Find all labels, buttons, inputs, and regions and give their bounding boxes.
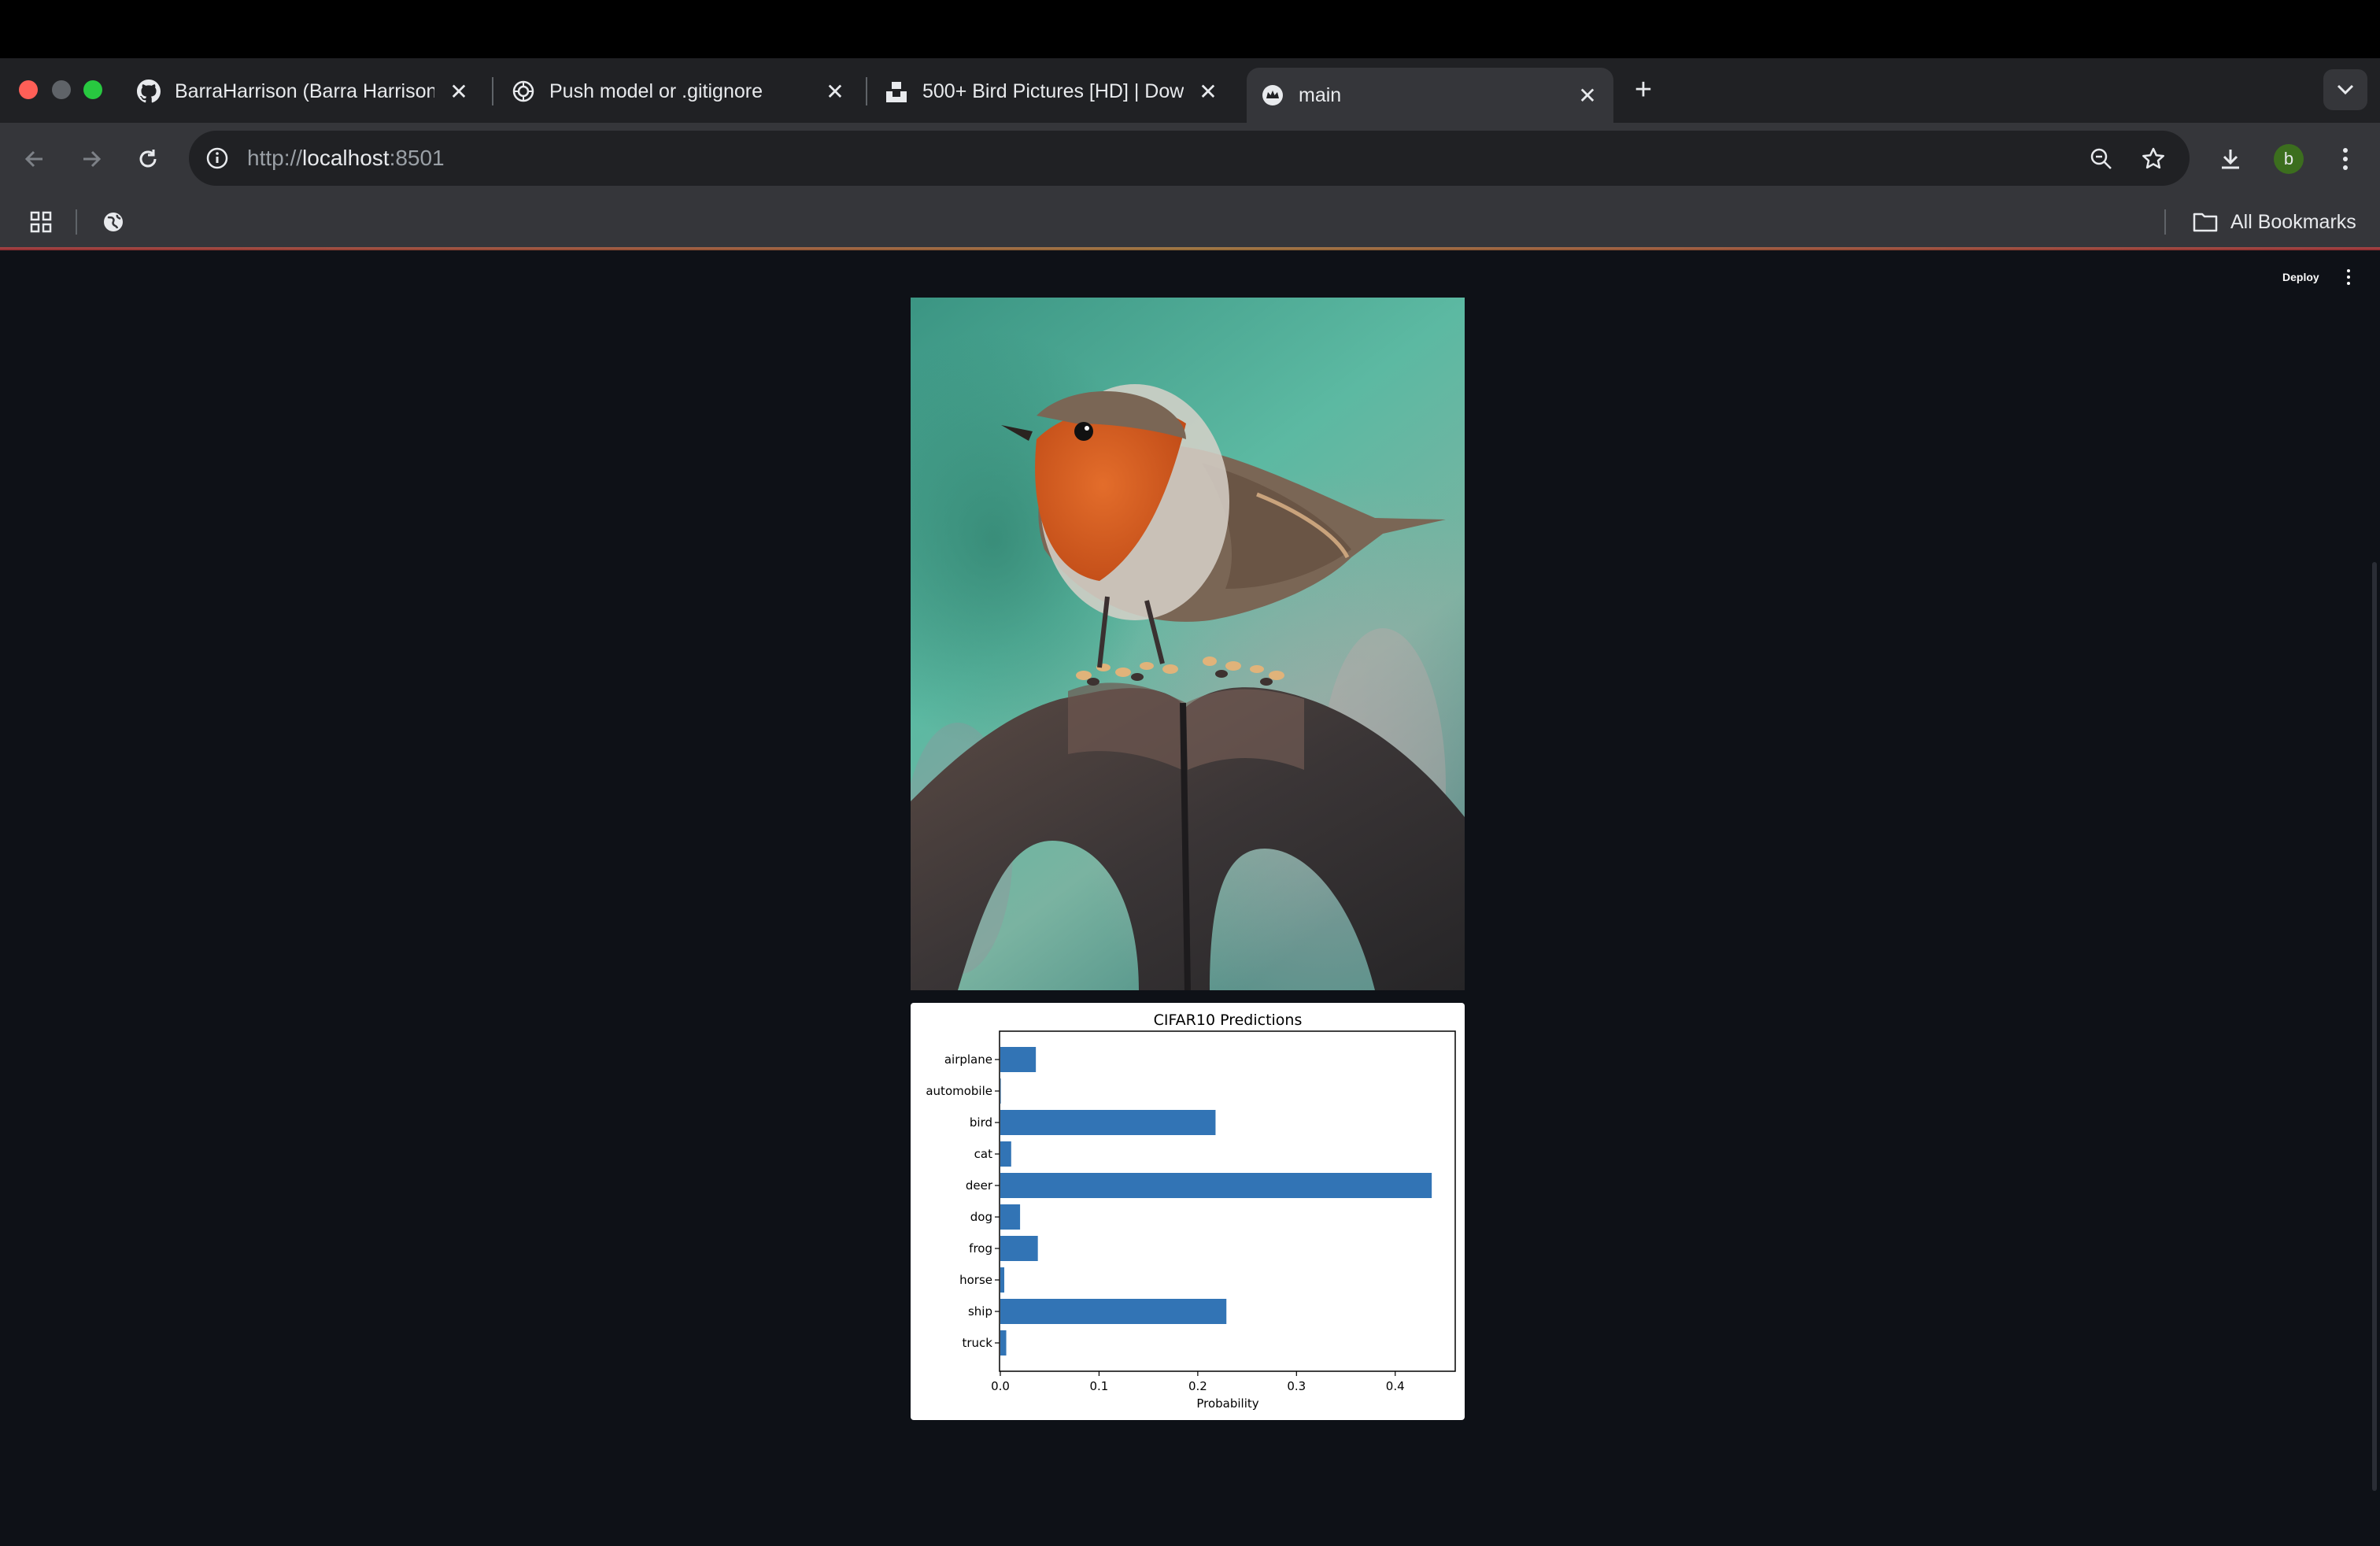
url-scheme: http:// — [247, 146, 303, 170]
y-tick-label: bird — [970, 1115, 992, 1130]
profile-avatar[interactable]: b — [2271, 142, 2306, 176]
y-tick-label: dog — [970, 1210, 992, 1224]
zoom-window-button[interactable] — [83, 80, 102, 99]
bookmark-button[interactable] — [2136, 142, 2171, 176]
bar-deer — [1000, 1173, 1432, 1198]
y-tick-label: airplane — [944, 1052, 992, 1067]
close-tab-icon[interactable]: ✕ — [1196, 79, 1220, 105]
tab-divider — [492, 77, 493, 105]
bar-bird — [1000, 1110, 1216, 1135]
tab-title: main — [1299, 83, 1342, 106]
bookmark-globe[interactable] — [96, 205, 131, 239]
y-tick-label: cat — [974, 1147, 992, 1161]
deploy-button[interactable]: Deploy — [2282, 271, 2319, 283]
streamlit-crown-icon — [1261, 83, 1284, 107]
predictions-bar-chart: CIFAR10 Predictions Probability airplane… — [926, 1012, 1456, 1411]
chart-title: CIFAR10 Predictions — [1154, 1012, 1303, 1029]
tab-main[interactable]: main ✕ — [1247, 68, 1613, 123]
bar-airplane — [1000, 1047, 1037, 1072]
x-tick-label: 0.3 — [1287, 1379, 1306, 1393]
tab-title: BarraHarrison (Barra Harrison — [175, 80, 434, 102]
uploaded-bird-image — [911, 298, 1465, 990]
apps-grid-icon — [30, 211, 52, 233]
avatar: b — [2274, 144, 2304, 174]
reload-button[interactable] — [131, 142, 165, 176]
forward-button[interactable] — [74, 142, 109, 176]
url-text[interactable]: http://localhost:8501 — [247, 145, 445, 172]
y-tick-label: ship — [968, 1304, 992, 1319]
browser-menu-button[interactable] — [2328, 142, 2363, 176]
y-tick-label: truck — [963, 1336, 993, 1350]
x-tick-label: 0.4 — [1386, 1379, 1405, 1393]
url-port: :8501 — [389, 146, 445, 170]
tab-title: Push model or .gitignore — [549, 80, 763, 102]
zoom-out-icon — [2090, 148, 2112, 169]
tab-chatgpt[interactable]: Push model or .gitignore ✕ — [497, 69, 861, 113]
star-icon — [2142, 147, 2164, 169]
app-menu-icon[interactable] — [2344, 268, 2353, 287]
github-icon — [137, 80, 161, 103]
unsplash-icon — [885, 80, 908, 103]
avatar-initial: b — [2283, 149, 2294, 168]
close-window-button[interactable] — [19, 80, 38, 99]
all-bookmarks-button[interactable]: All Bookmarks — [2193, 206, 2356, 238]
bar-dog — [1000, 1204, 1021, 1230]
address-bar[interactable] — [189, 131, 2190, 186]
arrow-left-icon — [24, 150, 42, 168]
downloads-button[interactable] — [2213, 142, 2248, 176]
zoom-button[interactable] — [2084, 142, 2119, 176]
chevron-down-icon — [2337, 84, 2354, 95]
x-tick-label: 0.2 — [1188, 1379, 1207, 1393]
y-tick-label: deer — [966, 1178, 993, 1193]
predictions-chart-card: CIFAR10 Predictions Probability airplane… — [911, 1003, 1465, 1420]
tab-divider — [866, 77, 867, 105]
x-tick-label: 0.0 — [991, 1379, 1010, 1393]
all-bookmarks-label: All Bookmarks — [2230, 210, 2356, 233]
chatgpt-icon — [512, 80, 535, 103]
screen-top-bar — [0, 0, 2380, 58]
tab-search-button[interactable] — [2323, 69, 2367, 110]
tab-unsplash[interactable]: 500+ Bird Pictures [HD] | Dow ✕ — [870, 69, 1234, 113]
close-tab-icon[interactable]: ✕ — [823, 79, 847, 105]
bookmarks-bar — [0, 195, 2380, 249]
minimize-window-button[interactable] — [52, 80, 71, 99]
bookmark-divider — [2164, 209, 2166, 235]
streamlit-header-decoration — [0, 247, 2380, 250]
close-tab-icon[interactable]: ✕ — [447, 79, 471, 105]
bar-frog — [1000, 1236, 1038, 1261]
globe-icon — [104, 213, 123, 231]
kebab-menu-icon — [2343, 148, 2348, 170]
close-tab-icon[interactable]: ✕ — [1576, 83, 1599, 109]
bar-horse — [1000, 1267, 1005, 1293]
bar-ship — [1000, 1299, 1227, 1324]
folder-icon — [2193, 213, 2218, 232]
y-tick-label: horse — [959, 1273, 992, 1287]
x-axis-label: Probability — [1196, 1396, 1258, 1411]
y-tick-label: automobile — [926, 1084, 992, 1098]
page-scrollbar[interactable] — [2372, 562, 2377, 1491]
bookmark-divider — [76, 209, 77, 235]
tab-title: 500+ Bird Pictures [HD] | Dow — [922, 80, 1184, 102]
download-icon — [2222, 150, 2239, 169]
y-tick-label: frog — [969, 1241, 992, 1256]
site-info-icon[interactable] — [203, 144, 231, 172]
new-tab-icon[interactable]: + — [1629, 72, 1658, 107]
url-host: localhost — [302, 146, 390, 170]
tab-github[interactable]: BarraHarrison (Barra Harrison ✕ — [123, 69, 485, 113]
back-button[interactable] — [17, 142, 52, 176]
reload-icon — [139, 150, 157, 168]
arrow-right-icon — [83, 150, 102, 168]
bar-automobile — [1000, 1078, 1001, 1104]
bar-truck — [1000, 1330, 1007, 1356]
x-tick-label: 0.1 — [1090, 1379, 1109, 1393]
bar-cat — [1000, 1141, 1011, 1167]
apps-button[interactable] — [24, 205, 58, 239]
